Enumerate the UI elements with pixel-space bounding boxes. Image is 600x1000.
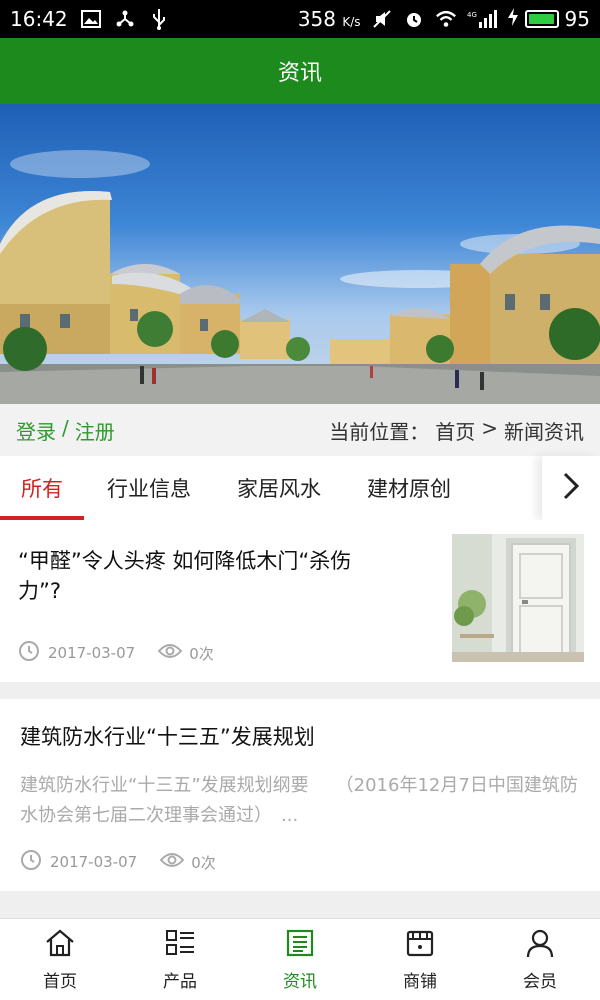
login-separator: / xyxy=(62,415,69,440)
breadcrumb-home[interactable]: 首页 xyxy=(435,416,475,445)
clock-icon xyxy=(20,849,42,875)
news-thumbnail[interactable] xyxy=(452,534,584,662)
tabs-scroll-right-button[interactable] xyxy=(542,456,600,520)
location-bar: 登录 / 注册 当前位置： 首页 > 新闻资讯 xyxy=(0,404,600,456)
signal-icon: 4G xyxy=(467,8,497,30)
news-title[interactable]: “甲醛”令人头疼 如何降低木门“杀伤力”? xyxy=(18,546,388,606)
wifi-icon xyxy=(435,8,457,30)
nav-products[interactable]: 产品 xyxy=(120,919,240,1000)
image-icon xyxy=(80,8,102,30)
eye-icon xyxy=(159,851,185,873)
news-date: 2017-03-07 xyxy=(50,853,138,871)
news-date: 2017-03-07 xyxy=(48,644,136,662)
network-speed: 358 K/s xyxy=(297,7,361,31)
nav-home[interactable]: 首页 xyxy=(0,919,120,1000)
category-tabs: 所有 行业信息 家居风水 建材原创 xyxy=(0,456,600,520)
mute-icon xyxy=(371,8,393,30)
banner-image[interactable] xyxy=(0,104,600,404)
nav-products-label: 产品 xyxy=(163,971,197,992)
home-icon xyxy=(44,928,76,963)
news-views: 0次 xyxy=(189,644,214,663)
bottom-nav: 首页 产品 资讯 商铺 会员 xyxy=(0,918,600,1000)
news-meta: 2017-03-07 0次 xyxy=(20,849,216,875)
status-time: 16:42 xyxy=(10,7,68,31)
status-bar: 16:42 358 K/s 4G 95 xyxy=(0,0,600,38)
tab-building-original[interactable]: 建材原创 xyxy=(344,456,474,520)
news-item[interactable]: 建筑防水行业“十三五”发展规划 建筑防水行业“十三五”发展规划纲要 （2016年… xyxy=(0,699,600,891)
news-icon xyxy=(284,928,316,963)
tab-industry-info[interactable]: 行业信息 xyxy=(84,456,214,520)
battery-indicator: 95 xyxy=(507,7,590,32)
tab-all[interactable]: 所有 xyxy=(0,456,84,520)
alarm-icon xyxy=(403,8,425,30)
breadcrumb: 当前位置： 首页 > 新闻资讯 xyxy=(329,416,584,445)
chevron-right-icon xyxy=(562,471,580,505)
news-views: 0次 xyxy=(191,853,216,872)
news-title[interactable]: 建筑防水行业“十三五”发展规划 xyxy=(20,721,315,751)
store-icon xyxy=(404,928,436,963)
nav-member-label: 会员 xyxy=(523,971,557,992)
nav-news[interactable]: 资讯 xyxy=(240,919,360,1000)
charging-icon xyxy=(507,7,519,32)
news-summary: 建筑防水行业“十三五”发展规划纲要 （2016年12月7日中国建筑防水协会第七届… xyxy=(20,775,578,826)
eye-icon xyxy=(157,642,183,664)
app-header: 资讯 xyxy=(0,38,600,104)
battery-level: 95 xyxy=(564,7,590,31)
news-item[interactable]: “甲醛”令人头疼 如何降低木门“杀伤力”? 2017-03-07 0次 xyxy=(0,520,600,682)
svg-text:4G: 4G xyxy=(467,11,477,19)
usb-icon xyxy=(148,8,170,30)
nav-news-label: 资讯 xyxy=(283,971,317,992)
nav-member[interactable]: 会员 xyxy=(480,919,600,1000)
nav-stores-label: 商铺 xyxy=(403,971,437,992)
nav-home-label: 首页 xyxy=(43,971,77,992)
nav-stores[interactable]: 商铺 xyxy=(360,919,480,1000)
news-meta: 2017-03-07 0次 xyxy=(18,640,214,666)
user-icon xyxy=(524,928,556,963)
share-icon xyxy=(114,8,136,30)
register-link[interactable]: 注册 xyxy=(75,416,115,445)
grid-list-icon xyxy=(164,928,196,963)
breadcrumb-label: 当前位置： xyxy=(329,419,430,444)
breadcrumb-current: 新闻资讯 xyxy=(504,419,584,444)
battery-icon xyxy=(524,10,559,28)
breadcrumb-separator: > xyxy=(481,415,498,440)
page-title: 资讯 xyxy=(277,61,322,86)
login-link[interactable]: 登录 xyxy=(16,416,56,445)
clock-icon xyxy=(18,640,40,666)
tab-home-fengshui[interactable]: 家居风水 xyxy=(214,456,344,520)
